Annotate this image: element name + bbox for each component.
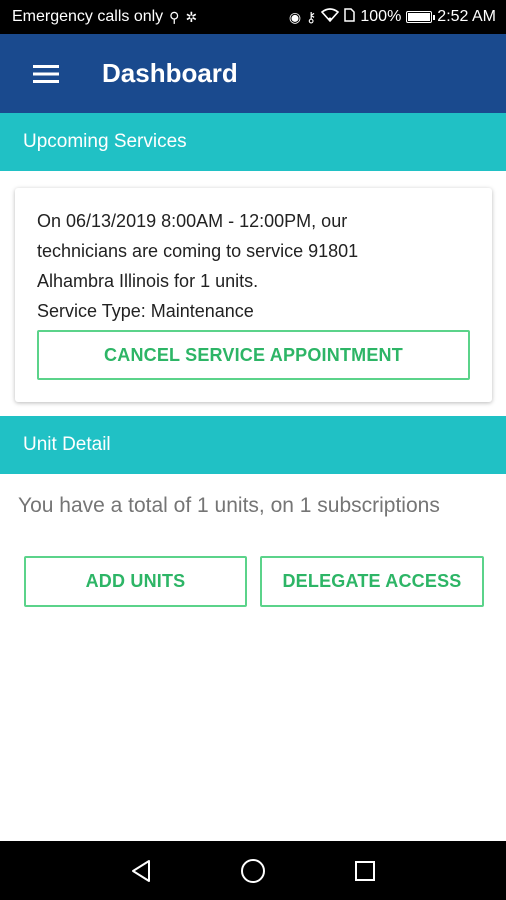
- system-nav-bar: [0, 841, 506, 900]
- app-bar: Dashboard: [0, 34, 506, 113]
- recents-square-icon: [355, 860, 375, 881]
- status-bar: Emergency calls only ⚲ ✲ ◉ ⚷ 100% 2:52 A…: [0, 0, 506, 34]
- hamburger-menu-icon: [33, 64, 59, 83]
- delegate-access-button[interactable]: DELEGATE ACCESS: [260, 556, 484, 607]
- home-circle-icon: [241, 858, 265, 883]
- battery-icon: [406, 11, 436, 23]
- sync-icon: ✲: [185, 9, 198, 25]
- clock-time: 2:52 AM: [437, 8, 496, 25]
- upcoming-services-header: Upcoming Services: [0, 113, 506, 171]
- battery-percent: 100%: [360, 8, 402, 25]
- service-line-date: On 06/13/2019 8:00AM - 12:00PM, our: [37, 211, 348, 231]
- status-right: ◉ ⚷ 100% 2:52 AM: [288, 7, 496, 27]
- status-left: Emergency calls only ⚲ ✲: [12, 8, 197, 26]
- unit-summary-text: You have a total of 1 units, on 1 subscr…: [18, 494, 440, 517]
- home-button[interactable]: [239, 857, 267, 885]
- service-line-location: technicians are coming to service 91801: [37, 241, 359, 261]
- sim-icon: [344, 7, 356, 27]
- service-type: Service Type: Maintenance: [37, 301, 254, 321]
- wifi-icon: [321, 7, 340, 27]
- page-title: Dashboard: [102, 58, 238, 88]
- key-icon: ⚷: [306, 9, 317, 25]
- add-units-button[interactable]: ADD UNITS: [24, 556, 247, 607]
- usb-icon: ⚲: [169, 9, 180, 25]
- recents-button[interactable]: [351, 857, 379, 885]
- back-triangle-icon: [132, 859, 150, 882]
- unit-detail-header: Unit Detail: [0, 416, 506, 474]
- menu-button[interactable]: [0, 34, 92, 113]
- service-details: On 06/13/2019 8:00AM - 12:00PM, our tech…: [37, 206, 477, 326]
- service-appointment-card: On 06/13/2019 8:00AM - 12:00PM, our tech…: [15, 188, 492, 402]
- back-button[interactable]: [127, 857, 155, 885]
- carrier-text: Emergency calls only: [12, 8, 164, 25]
- service-line-units: Alhambra Illinois for 1 units.: [37, 271, 259, 291]
- cancel-service-appointment-button[interactable]: CANCEL SERVICE APPOINTMENT: [37, 330, 470, 380]
- eye-icon: ◉: [288, 9, 302, 25]
